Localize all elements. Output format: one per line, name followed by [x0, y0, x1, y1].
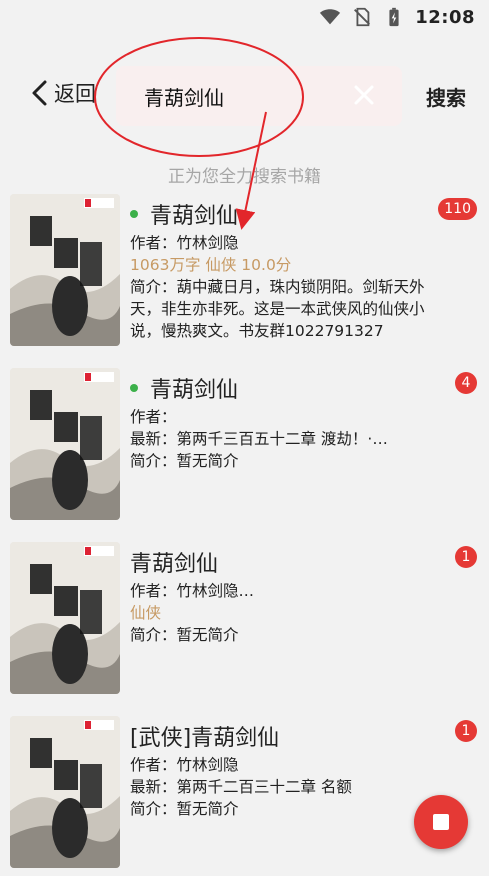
book-intro: 简介：暂无简介 [130, 800, 239, 818]
online-dot [130, 384, 138, 392]
search-button[interactable]: 搜索 [426, 82, 466, 111]
book-info: 作者：竹林剑隐 最新：第两千二百三十二章 名额 简介：暂无简介 [130, 754, 430, 820]
book-tags: 仙侠 [130, 604, 162, 622]
battery-icon [389, 7, 399, 27]
source-count-badge: 110 [438, 198, 477, 220]
book-author: 作者：竹林剑隐 [130, 234, 239, 252]
back-label: 返回 [54, 82, 96, 106]
search-input[interactable]: 青葫剑仙 [144, 82, 224, 111]
book-intro: 简介：葫中藏日月，珠内锁阴阳。剑斩天外天，非生亦非死。这是一本武侠风的仙侠小说，… [130, 278, 425, 340]
status-time: 12:08 [415, 6, 475, 28]
source-count-badge: 1 [455, 546, 477, 568]
status-bar: 12:08 [0, 0, 489, 34]
book-latest-chapter: 最新：第两千二百三十二章 名额 [130, 778, 352, 796]
book-info: 作者：竹林剑隐… 仙侠 简介：暂无简介 [130, 580, 430, 646]
book-cover [10, 716, 120, 868]
list-item[interactable]: 青葫剑仙 1 作者：竹林剑隐… 仙侠 简介：暂无简介 [0, 542, 489, 702]
chevron-left-icon [32, 80, 47, 106]
book-intro: 简介：暂无简介 [130, 452, 239, 470]
back-button[interactable]: 返回 [30, 78, 96, 108]
list-item[interactable]: [武侠]青葫剑仙 1 作者：竹林剑隐 最新：第两千二百三十二章 名额 简介：暂无… [0, 716, 489, 876]
book-title: 青葫剑仙 [150, 204, 239, 229]
cover-art [10, 194, 120, 346]
book-info: 作者： 最新：第两千三百五十二章 渡劫！·… 简介：暂无简介 [130, 406, 430, 472]
book-author: 作者：竹林剑隐… [130, 582, 255, 600]
book-title: 青葫剑仙 [150, 378, 239, 403]
book-tags: 1063万字 仙侠 10.0分 [130, 256, 292, 274]
title-row: 青葫剑仙 [130, 546, 218, 578]
search-toolbar: 返回 青葫剑仙 搜索 [0, 60, 489, 132]
title-row: 青葫剑仙 [130, 198, 238, 230]
book-latest-chapter: 最新：第两千三百五十二章 渡劫！·… [130, 430, 388, 448]
source-count-badge: 4 [455, 372, 477, 394]
list-item[interactable]: 青葫剑仙 110 作者：竹林剑隐 1063万字 仙侠 10.0分 简介：葫中藏日… [0, 194, 489, 354]
book-author: 作者： [130, 408, 177, 426]
cover-art [10, 542, 120, 694]
book-title: 青葫剑仙 [130, 552, 219, 577]
searching-hint: 正为您全力搜索书籍 [168, 167, 321, 187]
book-info: 作者：竹林剑隐 1063万字 仙侠 10.0分 简介：葫中藏日月，珠内锁阴阳。剑… [130, 232, 430, 342]
status-icons: 12:08 [319, 6, 475, 28]
book-author: 作者：竹林剑隐 [130, 756, 239, 774]
stop-icon [433, 814, 449, 830]
cover-art [10, 716, 120, 868]
book-intro: 简介：暂无简介 [130, 626, 239, 644]
list-item[interactable]: 青葫剑仙 4 作者： 最新：第两千三百五十二章 渡劫！·… 简介：暂无简介 [0, 368, 489, 528]
no-sim-icon [354, 7, 371, 27]
stop-search-button[interactable] [414, 795, 468, 849]
book-cover [10, 368, 120, 520]
online-dot [130, 210, 138, 218]
book-title: [武侠]青葫剑仙 [130, 726, 280, 751]
title-row: 青葫剑仙 [130, 372, 238, 404]
source-count-badge: 1 [455, 720, 477, 742]
close-icon[interactable] [352, 83, 376, 107]
title-row: [武侠]青葫剑仙 [130, 720, 279, 752]
book-cover [10, 194, 120, 346]
book-cover [10, 542, 120, 694]
wifi-icon [320, 9, 341, 25]
cover-art [10, 368, 120, 520]
